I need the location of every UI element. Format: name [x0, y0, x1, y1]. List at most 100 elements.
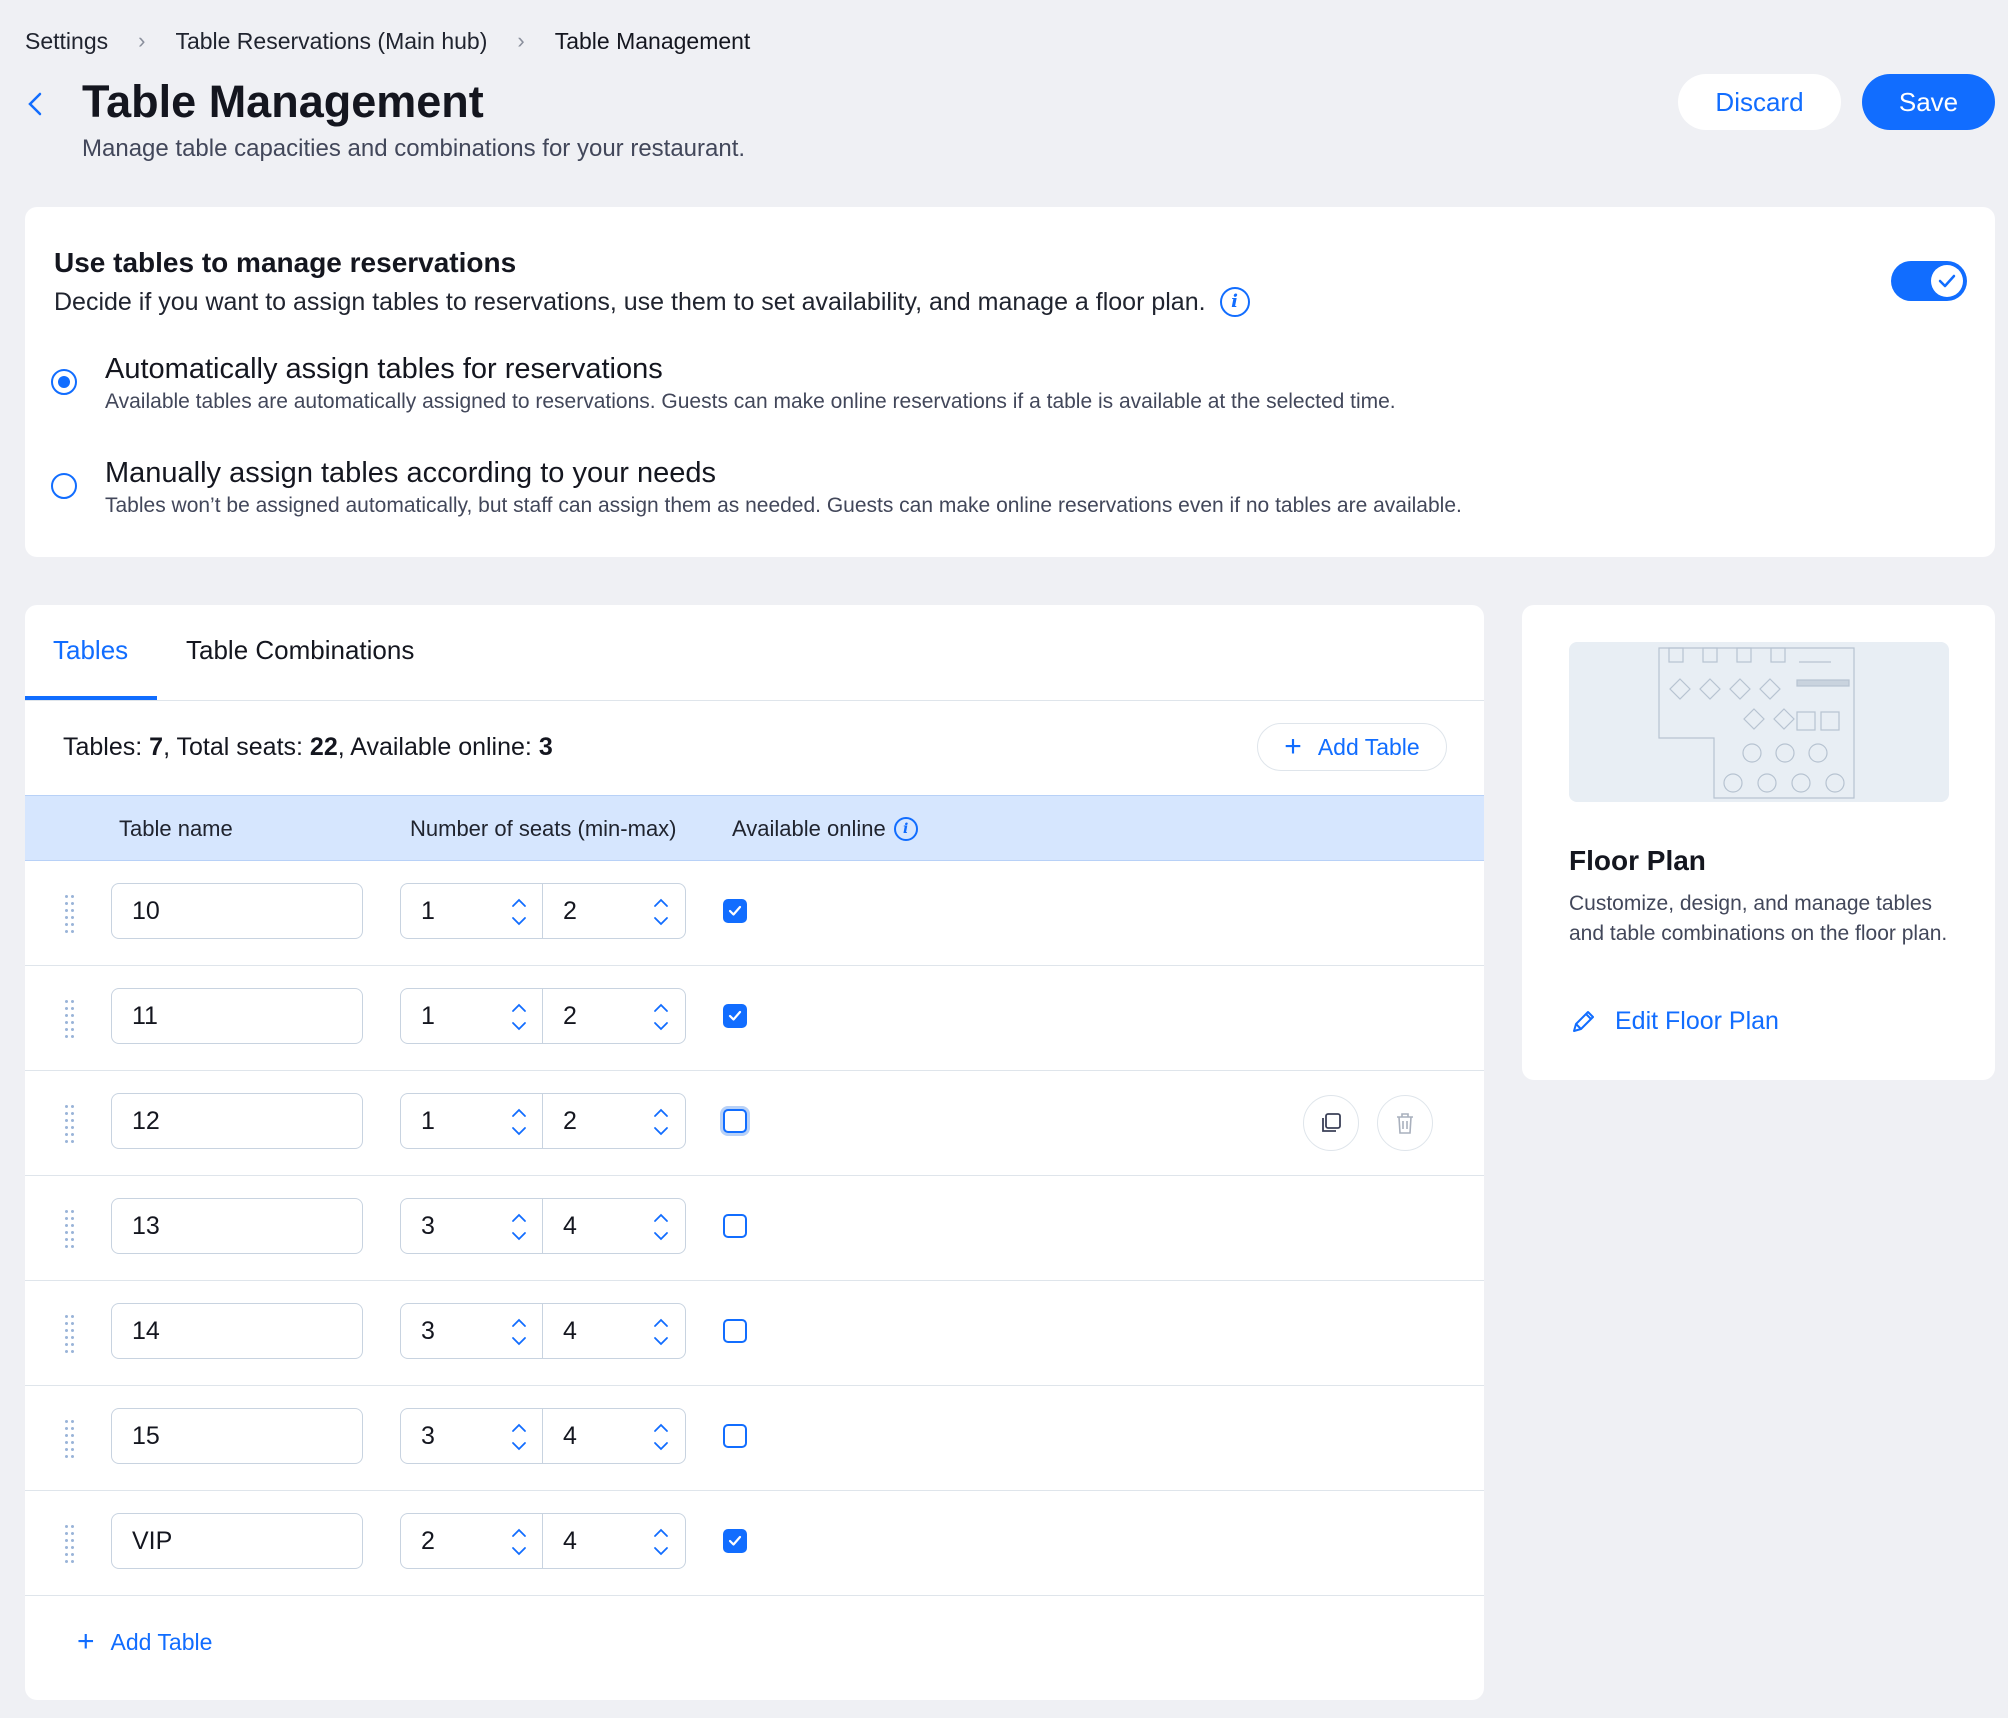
table-name-input[interactable]: 15: [111, 1408, 363, 1464]
table-name-input[interactable]: 12: [111, 1093, 363, 1149]
min-seats-input[interactable]: 2: [400, 1513, 544, 1569]
stepper-arrows-icon[interactable]: [651, 1104, 671, 1140]
min-seats-input[interactable]: 3: [400, 1303, 544, 1359]
breadcrumb-settings[interactable]: Settings: [25, 28, 108, 55]
max-seats-input[interactable]: 4: [542, 1198, 686, 1254]
table-row: 12 1 2: [25, 1071, 1484, 1176]
max-seats-input[interactable]: 2: [542, 883, 686, 939]
use-tables-description: Decide if you want to assign tables to r…: [54, 287, 1250, 317]
use-tables-toggle[interactable]: [1891, 261, 1967, 301]
delete-button[interactable]: [1377, 1095, 1433, 1151]
stepper-arrows-icon[interactable]: [509, 1209, 529, 1245]
page-subtitle: Manage table capacities and combinations…: [82, 135, 746, 162]
info-icon[interactable]: i: [893, 817, 918, 841]
min-seats-input[interactable]: 3: [400, 1408, 544, 1464]
available-online-checkbox[interactable]: [723, 1109, 747, 1133]
stepper-arrows-icon[interactable]: [651, 999, 671, 1035]
breadcrumb-current: Table Management: [554, 27, 751, 54]
drag-handle-icon[interactable]: [65, 1420, 77, 1458]
active-tab-indicator: [25, 696, 157, 700]
add-table-bottom-button[interactable]: + Add Table: [77, 1627, 212, 1657]
stepper-arrows-icon[interactable]: [509, 999, 529, 1035]
back-arrow-icon[interactable]: [22, 86, 50, 122]
drag-handle-icon[interactable]: [65, 1315, 77, 1353]
summary-online-label: , Available online:: [337, 733, 539, 761]
table-name-input[interactable]: 11: [111, 988, 363, 1044]
edit-floor-plan-link[interactable]: Edit Floor Plan: [1569, 1007, 1779, 1036]
stepper-arrows-icon[interactable]: [509, 1419, 529, 1455]
max-seats-value: 2: [563, 896, 577, 925]
duplicate-button[interactable]: [1303, 1095, 1359, 1151]
drag-handle-icon[interactable]: [65, 1105, 77, 1143]
check-icon: [1931, 265, 1963, 297]
drag-handle-icon[interactable]: [65, 1000, 77, 1038]
available-online-checkbox[interactable]: [723, 899, 747, 923]
plus-icon: +: [1284, 730, 1302, 763]
table-name-input[interactable]: 14: [111, 1303, 363, 1359]
max-seats-input[interactable]: 2: [542, 1093, 686, 1149]
summary-online-value: 3: [538, 733, 553, 761]
column-header-online-label: Available online: [732, 816, 886, 841]
available-online-checkbox[interactable]: [723, 1319, 747, 1343]
use-tables-description-text: Decide if you want to assign tables to r…: [54, 287, 1206, 316]
stepper-arrows-icon[interactable]: [651, 1524, 671, 1560]
max-seats-input[interactable]: 4: [542, 1513, 686, 1569]
summary-seats-label: , Total seats:: [163, 733, 310, 761]
chevron-right-icon: ›: [138, 28, 146, 53]
min-seats-input[interactable]: 1: [400, 988, 544, 1044]
column-header-online: Available online i: [732, 816, 918, 842]
breadcrumb: Settings › Table Reservations (Main hub)…: [25, 24, 750, 58]
table-name-input[interactable]: 10: [111, 883, 363, 939]
min-seats-value: 3: [421, 1421, 435, 1450]
max-seats-value: 2: [563, 1106, 577, 1135]
stepper-arrows-icon[interactable]: [651, 1419, 671, 1455]
max-seats-input[interactable]: 4: [542, 1408, 686, 1464]
min-seats-input[interactable]: 1: [400, 1093, 544, 1149]
tab-tables[interactable]: Tables: [53, 635, 128, 666]
stepper-arrows-icon[interactable]: [651, 894, 671, 930]
discard-button[interactable]: Discard: [1678, 74, 1841, 130]
stepper-arrows-icon[interactable]: [509, 1314, 529, 1350]
stepper-arrows-icon[interactable]: [651, 1314, 671, 1350]
table-name-input[interactable]: 13: [111, 1198, 363, 1254]
save-button[interactable]: Save: [1862, 74, 1995, 130]
stepper-arrows-icon[interactable]: [509, 894, 529, 930]
available-online-checkbox[interactable]: [723, 1004, 747, 1028]
breadcrumb-table-reservations[interactable]: Table Reservations (Main hub): [175, 28, 487, 55]
max-seats-input[interactable]: 2: [542, 988, 686, 1044]
min-seats-input[interactable]: 1: [400, 883, 544, 939]
tabs-bar: Tables Table Combinations: [25, 605, 1484, 701]
page-title: Table Management: [82, 76, 484, 127]
min-seats-value: 1: [421, 1001, 435, 1030]
stepper-arrows-icon[interactable]: [509, 1104, 529, 1140]
min-seats-input[interactable]: 3: [400, 1198, 544, 1254]
drag-handle-icon[interactable]: [65, 1525, 77, 1563]
table-name-input[interactable]: VIP: [111, 1513, 363, 1569]
max-seats-value: 4: [563, 1316, 577, 1345]
tables-card: Tables Table Combinations Tables: 7, Tot…: [25, 605, 1484, 1700]
table-row: 14 3 4: [25, 1281, 1484, 1386]
edit-floor-plan-label: Edit Floor Plan: [1615, 1007, 1779, 1035]
drag-handle-icon[interactable]: [65, 1210, 77, 1248]
floor-plan-card: Floor Plan Customize, design, and manage…: [1522, 605, 1995, 1080]
table-row: 11 1 2: [25, 966, 1484, 1071]
manual-assign-description: Tables won’t be assigned automatically, …: [105, 494, 1462, 517]
use-tables-title: Use tables to manage reservations: [54, 247, 517, 278]
info-icon[interactable]: i: [1219, 287, 1250, 317]
add-table-label: Add Table: [1317, 733, 1420, 760]
manual-assign-radio[interactable]: [51, 473, 77, 499]
stepper-arrows-icon[interactable]: [651, 1209, 671, 1245]
add-table-button[interactable]: + Add Table: [1257, 723, 1447, 771]
max-seats-value: 4: [563, 1526, 577, 1555]
stepper-arrows-icon[interactable]: [509, 1524, 529, 1560]
available-online-checkbox[interactable]: [723, 1529, 747, 1553]
available-online-checkbox[interactable]: [723, 1424, 747, 1448]
min-seats-value: 1: [421, 1106, 435, 1135]
auto-assign-radio[interactable]: [51, 369, 77, 395]
table-row: 13 3 4: [25, 1176, 1484, 1281]
drag-handle-icon[interactable]: [65, 895, 77, 933]
max-seats-input[interactable]: 4: [542, 1303, 686, 1359]
tab-table-combinations[interactable]: Table Combinations: [186, 635, 414, 666]
available-online-checkbox[interactable]: [723, 1214, 747, 1238]
floor-plan-description: Customize, design, and manage tables and…: [1569, 892, 1948, 945]
